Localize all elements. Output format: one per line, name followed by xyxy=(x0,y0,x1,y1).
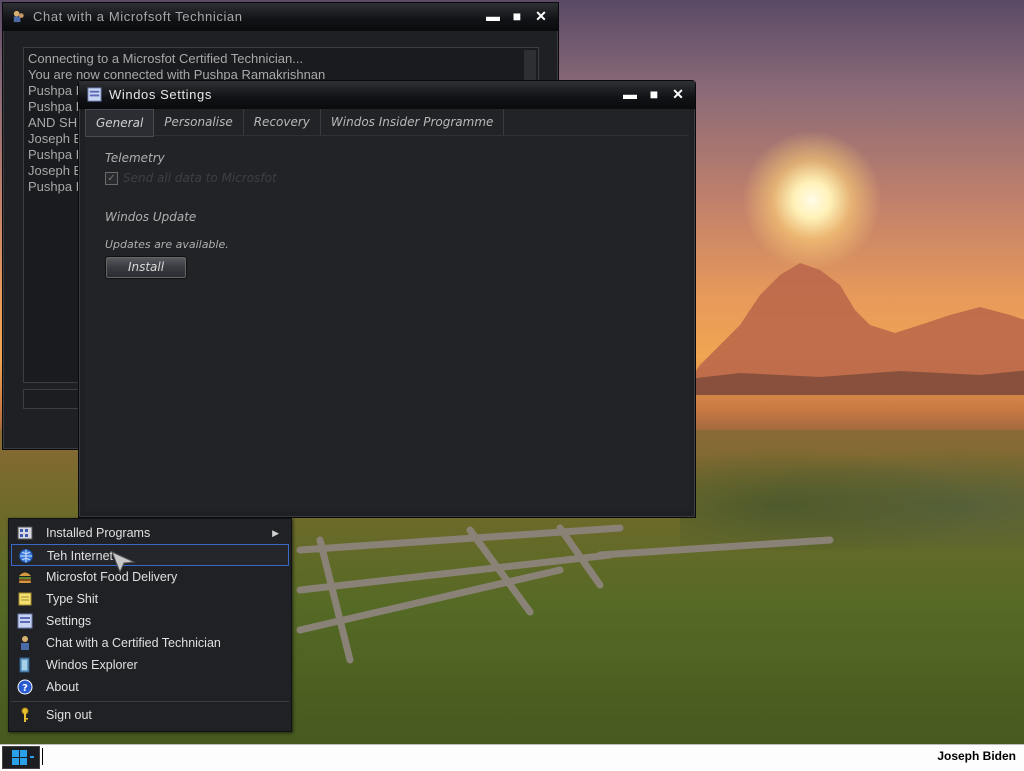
menu-item-chat-technician[interactable]: Chat with a Certified Technician xyxy=(11,632,289,654)
technician-icon xyxy=(13,10,24,23)
internet-globe-icon xyxy=(19,549,33,563)
settings-titlebar[interactable]: Windos Settings ▬ ■ ✕ xyxy=(79,81,695,109)
settings-icon xyxy=(87,87,102,102)
explorer-icon xyxy=(19,657,30,673)
taskbar-user-name[interactable]: Joseph Biden xyxy=(937,749,1016,763)
settings-window: Windos Settings ▬ ■ ✕ General Personalis… xyxy=(78,80,696,518)
tab-insider-programme[interactable]: Windos Insider Programme xyxy=(321,109,505,135)
help-icon: ? xyxy=(17,679,33,695)
menu-item-settings[interactable]: Settings xyxy=(11,610,289,632)
menu-separator xyxy=(11,701,289,702)
tab-personalise[interactable]: Personalise xyxy=(154,109,244,135)
menu-item-about[interactable]: ? About xyxy=(11,676,289,698)
settings-tabs: General Personalise Recovery Windos Insi… xyxy=(85,109,689,137)
menu-item-label: Type Shit xyxy=(46,592,99,606)
menu-item-food-delivery[interactable]: Microsfot Food Delivery xyxy=(11,566,289,588)
maximize-button[interactable]: ■ xyxy=(508,7,526,25)
menu-item-label: Sign out xyxy=(46,708,92,722)
start-button[interactable] xyxy=(2,746,40,769)
windows-logo-icon xyxy=(12,750,34,765)
tab-recovery[interactable]: Recovery xyxy=(244,109,321,135)
programs-icon xyxy=(17,526,33,540)
tab-general[interactable]: General xyxy=(85,109,155,137)
taskbar: Joseph Biden xyxy=(0,744,1024,769)
text-caret xyxy=(42,748,43,765)
svg-text:?: ? xyxy=(22,683,28,694)
menu-item-explorer[interactable]: Windos Explorer xyxy=(11,654,289,676)
install-button[interactable]: Install xyxy=(105,256,187,279)
chat-titlebar[interactable]: Chat with a Microfsoft Technician ▬ ■ ✕ xyxy=(3,3,558,31)
submenu-arrow-icon: ▶ xyxy=(272,528,279,538)
minimize-button[interactable]: ▬ xyxy=(484,7,502,25)
telemetry-heading: Telemetry xyxy=(105,151,165,165)
chat-message: Connecting to a Microsfot Certified Tech… xyxy=(28,51,304,66)
settings-window-title: Windos Settings xyxy=(109,87,212,102)
menu-item-label: Windos Explorer xyxy=(46,658,138,672)
menu-item-label: About xyxy=(46,680,79,694)
menu-item-type[interactable]: Type Shit xyxy=(11,588,289,610)
update-status: Updates are available. xyxy=(105,238,229,251)
chat-scrollbar[interactable] xyxy=(524,50,536,80)
telemetry-checkbox-label: Send all data to Microsfot xyxy=(123,171,277,185)
key-icon xyxy=(21,707,29,722)
settings-icon xyxy=(17,613,33,629)
menu-item-label: Installed Programs xyxy=(46,526,151,540)
notepad-icon xyxy=(18,592,32,606)
chat-window-title: Chat with a Microfsoft Technician xyxy=(33,9,243,24)
settings-panel: General Personalise Recovery Windos Insi… xyxy=(85,109,689,511)
close-button[interactable]: ✕ xyxy=(532,7,550,25)
technician-icon xyxy=(21,636,29,650)
start-menu: Installed Programs ▶ Teh Internet Micros… xyxy=(8,518,292,732)
menu-item-label: Settings xyxy=(46,614,92,628)
menu-item-label: Chat with a Certified Technician xyxy=(46,636,221,650)
menu-item-installed-programs[interactable]: Installed Programs ▶ xyxy=(11,522,289,544)
menu-item-sign-out[interactable]: Sign out xyxy=(11,704,289,726)
telemetry-checkbox[interactable]: ✓ xyxy=(105,172,118,185)
close-button[interactable]: ✕ xyxy=(669,85,687,103)
update-heading: Windos Update xyxy=(105,210,197,224)
menu-item-internet[interactable]: Teh Internet xyxy=(11,544,289,566)
maximize-button[interactable]: ■ xyxy=(645,85,663,103)
burger-icon xyxy=(19,572,31,583)
menu-item-label: Teh Internet xyxy=(47,549,114,563)
mouse-cursor-icon xyxy=(111,551,136,574)
minimize-button[interactable]: ▬ xyxy=(621,85,639,103)
